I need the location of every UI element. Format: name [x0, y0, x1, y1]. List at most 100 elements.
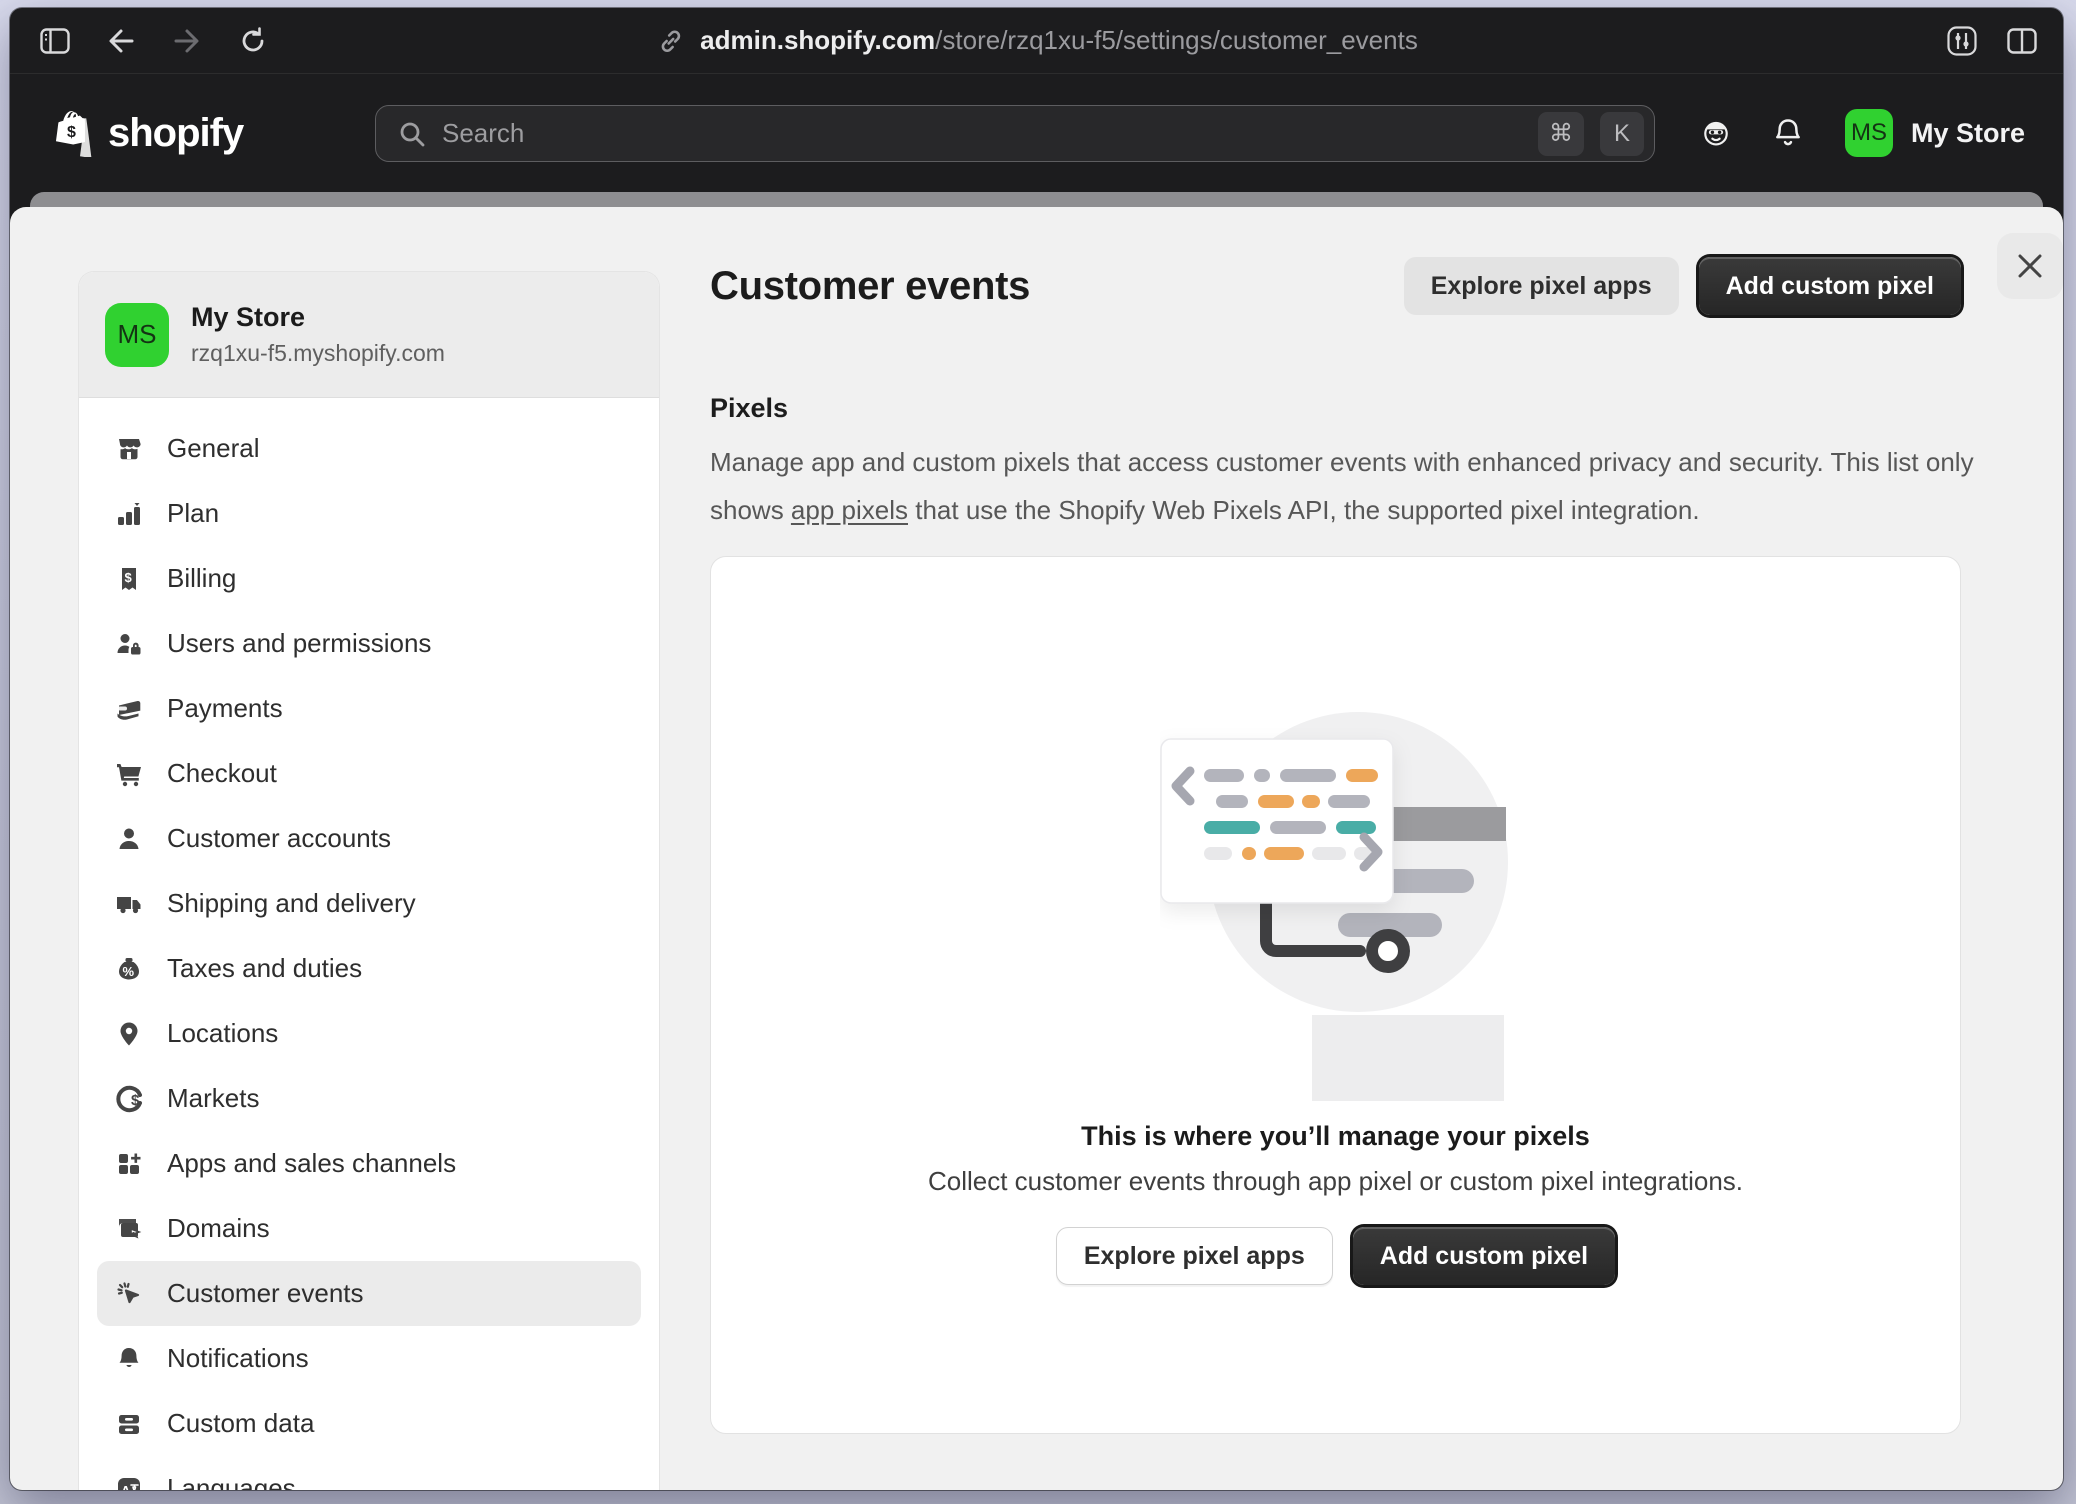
split-view-icon[interactable]: [2007, 26, 2037, 56]
add-custom-pixel-button-primary[interactable]: Add custom pixel: [1353, 1227, 1615, 1285]
sidebar-item-domains[interactable]: Domains: [97, 1196, 641, 1261]
map-pin-icon: [115, 1020, 143, 1048]
money-bag-icon: %: [115, 955, 143, 983]
sidebar-item-billing[interactable]: $ Billing: [97, 546, 641, 611]
languages-icon: A: [115, 1475, 143, 1491]
notifications-bell-icon[interactable]: [1773, 118, 1803, 148]
url-bar[interactable]: admin.shopify.com/store/rzq1xu-f5/settin…: [655, 8, 1418, 73]
sidebar-item-markets[interactable]: $ Markets: [97, 1066, 641, 1131]
sidebar-item-label: Payments: [167, 693, 283, 724]
sidebar-item-apps[interactable]: Apps and sales channels: [97, 1131, 641, 1196]
plan-icon: [115, 500, 143, 528]
sidebar-item-checkout[interactable]: Checkout: [97, 741, 641, 806]
sidebar-toggle-icon[interactable]: [40, 26, 70, 56]
sidebar-item-customer-accounts[interactable]: Customer accounts: [97, 806, 641, 871]
sidebar-item-label: Markets: [167, 1083, 259, 1114]
shopify-logo: $ shopify: [56, 109, 243, 157]
apps-grid-icon: [115, 1150, 143, 1178]
bell-icon: [115, 1345, 143, 1373]
empty-state-title: This is where you’ll manage your pixels: [1081, 1121, 1590, 1152]
add-custom-pixel-button[interactable]: Add custom pixel: [1699, 257, 1961, 315]
billing-icon: $: [115, 565, 143, 593]
sidebar-item-label: Plan: [167, 498, 219, 529]
domains-icon: [115, 1215, 143, 1243]
avatar: MS: [1845, 109, 1893, 157]
explore-pixel-apps-button[interactable]: Explore pixel apps: [1404, 257, 1679, 315]
sidebar-item-languages[interactable]: A Languages: [97, 1456, 641, 1490]
truck-icon: [115, 890, 143, 918]
store-name: My Store: [191, 302, 445, 333]
search-placeholder: Search: [442, 118, 1522, 149]
sidebar-item-locations[interactable]: Locations: [97, 1001, 641, 1066]
pixels-empty-state-card: This is where you’ll manage your pixels …: [710, 556, 1961, 1434]
svg-text:$: $: [67, 124, 76, 141]
cursor-spark-icon: [115, 1280, 143, 1308]
back-icon[interactable]: [106, 26, 136, 56]
sidebar-item-taxes[interactable]: % Taxes and duties: [97, 936, 641, 1001]
description-suffix: that use the Shopify Web Pixels API, the…: [908, 495, 1700, 525]
sidebar-item-shipping[interactable]: Shipping and delivery: [97, 871, 641, 936]
sidebar-item-label: Billing: [167, 563, 236, 594]
sidebar-item-custom-data[interactable]: Custom data: [97, 1391, 641, 1456]
search-input[interactable]: Search ⌘ K: [375, 105, 1655, 162]
sidebar-item-label: Shipping and delivery: [167, 888, 416, 919]
store-avatar: MS: [105, 303, 169, 367]
sidekick-icon[interactable]: [1701, 118, 1731, 148]
search-icon: [398, 120, 426, 148]
svg-text:$: $: [125, 570, 133, 585]
sidebar-item-label: Languages: [167, 1473, 296, 1490]
settings-nav: General Plan $ Billin: [79, 398, 659, 1490]
svg-text:%: %: [123, 964, 135, 979]
cart-icon: [115, 760, 143, 788]
shopify-wordmark: shopify: [108, 111, 243, 156]
app-pixels-link[interactable]: app pixels: [791, 495, 908, 525]
sidebar-item-general[interactable]: General: [97, 416, 641, 481]
sidebar-item-label: Notifications: [167, 1343, 309, 1374]
forward-icon[interactable]: [172, 26, 202, 56]
svg-text:A: A: [121, 1483, 131, 1491]
payments-icon: [115, 695, 143, 723]
account-menu[interactable]: MS My Store: [1845, 109, 2025, 157]
store-icon: [115, 435, 143, 463]
store-domain: rzq1xu-f5.myshopify.com: [191, 340, 445, 367]
url-path: /store/rzq1xu-f5/settings/customer_event…: [935, 25, 1418, 55]
reload-icon[interactable]: [238, 26, 268, 56]
browser-window: admin.shopify.com/store/rzq1xu-f5/settin…: [10, 8, 2063, 1490]
sidebar-item-label: Locations: [167, 1018, 278, 1049]
settings-modal: MS My Store rzq1xu-f5.myshopify.com Gene…: [10, 207, 2063, 1490]
sidebar-item-plan[interactable]: Plan: [97, 481, 641, 546]
sidebar-item-label: Customer events: [167, 1278, 364, 1309]
shopify-topbar: $ shopify Search ⌘ K: [10, 74, 2063, 192]
explore-pixel-apps-button-secondary[interactable]: Explore pixel apps: [1056, 1227, 1333, 1285]
page-title: Customer events: [710, 264, 1404, 309]
pixels-illustration: [1160, 699, 1512, 1111]
svg-text:$: $: [131, 1092, 140, 1109]
browser-toolbar: admin.shopify.com/store/rzq1xu-f5/settin…: [10, 8, 2063, 74]
globe-dollar-icon: $: [115, 1085, 143, 1113]
users-lock-icon: [115, 630, 143, 658]
sidebar-item-label: Custom data: [167, 1408, 314, 1439]
sidebar-item-users[interactable]: Users and permissions: [97, 611, 641, 676]
shopify-bag-icon: $: [56, 109, 98, 157]
topbar-store-name: My Store: [1911, 118, 2025, 149]
settings-content: Customer events Explore pixel apps Add c…: [710, 207, 2039, 1490]
custom-data-icon: [115, 1410, 143, 1438]
sidebar-item-label: Customer accounts: [167, 823, 391, 854]
url-host: admin.shopify.com: [700, 25, 935, 55]
sidebar-item-label: General: [167, 433, 260, 464]
store-card[interactable]: MS My Store rzq1xu-f5.myshopify.com: [79, 272, 659, 398]
k-keycap: K: [1600, 112, 1644, 156]
sidebar-item-customer-events[interactable]: Customer events: [97, 1261, 641, 1326]
sidebar-item-label: Taxes and duties: [167, 953, 362, 984]
empty-state-subtitle: Collect customer events through app pixe…: [928, 1166, 1743, 1197]
sidebar-item-payments[interactable]: Payments: [97, 676, 641, 741]
sidebar-item-notifications[interactable]: Notifications: [97, 1326, 641, 1391]
sidebar-item-label: Checkout: [167, 758, 277, 789]
cmd-keycap: ⌘: [1538, 112, 1584, 156]
sidebar-item-label: Users and permissions: [167, 628, 431, 659]
page-settings-icon[interactable]: [1947, 26, 1977, 56]
link-icon: [655, 26, 685, 56]
sidebar-item-label: Apps and sales channels: [167, 1148, 456, 1179]
person-icon: [115, 825, 143, 853]
sidebar-item-label: Domains: [167, 1213, 270, 1244]
